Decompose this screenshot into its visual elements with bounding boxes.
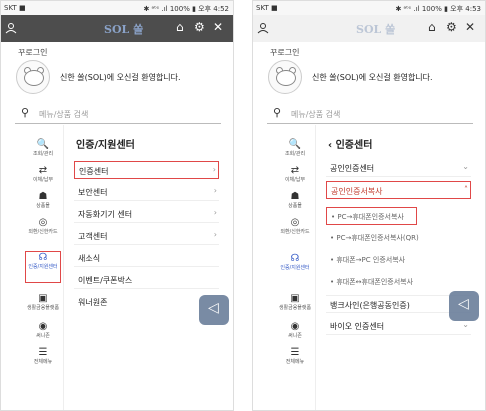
- submenu-panel: 인증/지원센터 인증센터 › 보안센터 › 자동화기기 센터 › 고객센터 › 새소식 …: [63, 125, 233, 410]
- gear-icon[interactable]: ⚙: [194, 20, 205, 34]
- menu-item-bio-cert[interactable]: 바이오 인증센터 ⌄: [326, 317, 471, 335]
- carrier-label: SKT ■: [4, 4, 26, 12]
- close-icon[interactable]: ✕: [465, 20, 475, 34]
- triangle-left-icon: ◁: [208, 300, 219, 316]
- menu-item-wannaone[interactable]: 워너원존: [74, 293, 219, 311]
- headset-icon: ☊: [38, 252, 48, 263]
- sidebar-item-all-menu[interactable]: ☰ 전체메뉴: [25, 347, 61, 365]
- chevron-right-icon: ›: [213, 230, 217, 239]
- menu-item-atm[interactable]: 자동화기기 센터 ›: [74, 205, 219, 223]
- menu-item-certificate-center[interactable]: 인증센터 ›: [74, 161, 219, 179]
- sidebar-item-certificate-center[interactable]: ☊ 인증/지원센터: [25, 251, 61, 283]
- menu-item-news[interactable]: 새소식: [74, 249, 219, 267]
- target-icon: ◉: [38, 321, 48, 332]
- status-bar: SKT ■ ✱ ᵃᵗᵉ .ıl 100% ▮ 오후 4:53: [253, 1, 485, 15]
- wallet-icon: ▣: [38, 293, 48, 304]
- screenshot-left: SKT ■ ✱ ᵃᵗᵉ .ıl 100% ▮ 오후 4:52 SOL 쏠 ⌂ ⚙…: [0, 0, 234, 411]
- menu-item-public-cert[interactable]: 공인인증센터 ⌄: [326, 159, 471, 177]
- app-header: SOL 쏠 ⌂ ⚙ ✕: [253, 15, 485, 42]
- search-placeholder: 메뉴/상품 검색: [39, 110, 89, 119]
- coin-icon: ◎: [290, 217, 300, 228]
- sidebar-item-certificate-center[interactable]: ☊ 인증/지원센터: [277, 253, 313, 271]
- sidebar-item-all-menu[interactable]: ☰ 전체메뉴: [277, 347, 313, 365]
- list-icon: ☰: [290, 347, 300, 358]
- home-icon[interactable]: ⌂: [428, 20, 436, 34]
- back-fab-button[interactable]: ◁: [449, 291, 479, 321]
- sidebar-item-inquiry[interactable]: 🔍 조회/관리: [25, 139, 61, 157]
- sidebar-item-transfer[interactable]: ⇄ 이체/납부: [277, 165, 313, 183]
- carrier-label: SKT ■: [256, 4, 278, 12]
- target-icon: ◉: [290, 321, 300, 332]
- chevron-right-icon: ›: [213, 208, 217, 217]
- menu-item-customer[interactable]: 고객센터 ›: [74, 227, 219, 245]
- login-link[interactable]: 꾸로그인: [18, 47, 47, 58]
- chevron-down-icon: ⌄: [462, 162, 469, 171]
- status-indicators: ✱ ᵃᵗᵉ .ıl 100% ▮ 오후 4:52: [143, 5, 229, 13]
- list-icon: ☰: [38, 347, 48, 358]
- menu-item-events[interactable]: 이벤트/쿠폰박스: [74, 271, 219, 289]
- search-input[interactable]: ⚲ 메뉴/상품 검색: [267, 104, 473, 124]
- document-search-icon: 🔍: [36, 139, 50, 150]
- sidebar-item-inquiry[interactable]: 🔍 조회/관리: [277, 139, 313, 157]
- sidebar-item-forex[interactable]: ◎ 외환/신한카드: [277, 217, 313, 235]
- sidebar-item-lifestyle[interactable]: ▣ 생활금융플랫폼: [25, 293, 61, 311]
- screenshot-right: SKT ■ ✱ ᵃᵗᵉ .ıl 100% ▮ 오후 4:53 SOL 쏠 ⌂ ⚙…: [252, 0, 486, 411]
- sidebar-item-lifestyle[interactable]: ▣ 생활금융플랫폼: [277, 293, 313, 311]
- avatar: [268, 60, 302, 94]
- sol-logo: SOL 쏠: [356, 23, 396, 36]
- search-placeholder: 메뉴/상품 검색: [291, 110, 341, 119]
- chevron-left-icon: ‹: [328, 140, 336, 151]
- submenu-phone-to-phone[interactable]: • 휴대폰↔휴대폰인증서복사: [326, 273, 471, 291]
- home-icon[interactable]: ⌂: [176, 20, 184, 34]
- sidebar-item-sunny[interactable]: ◉ 써니존: [25, 321, 61, 339]
- app-header: SOL 쏠 ⌂ ⚙ ✕: [1, 15, 233, 42]
- sidebar-item-products[interactable]: ☗ 상품몰: [277, 191, 313, 209]
- close-icon[interactable]: ✕: [213, 20, 223, 34]
- sidebar-item-products[interactable]: ☗ 상품몰: [25, 191, 61, 209]
- status-indicators: ✱ ᵃᵗᵉ .ıl 100% ▮ 오후 4:53: [395, 5, 481, 13]
- menu-title: 인증/지원센터: [76, 140, 135, 151]
- wallet-icon: ▣: [290, 293, 300, 304]
- menu-title-back[interactable]: ‹ 인증센터: [328, 136, 372, 151]
- user-icon[interactable]: [257, 22, 269, 34]
- menu-item-cert-copy[interactable]: 공인인증서복사 ˄: [326, 181, 471, 199]
- search-input[interactable]: ⚲ 메뉴/상품 검색: [15, 104, 221, 124]
- bag-icon: ☗: [38, 191, 48, 202]
- sidebar-item-forex[interactable]: ◎ 외환/신한카드: [25, 217, 61, 235]
- gear-icon[interactable]: ⚙: [446, 20, 457, 34]
- back-fab-button[interactable]: ◁: [199, 295, 229, 325]
- triangle-left-icon: ◁: [458, 296, 469, 312]
- menu-item-security[interactable]: 보안센터 ›: [74, 183, 219, 201]
- sidebar-item-sunny[interactable]: ◉ 써니존: [277, 321, 313, 339]
- chevron-right-icon: ›: [213, 186, 217, 195]
- document-search-icon: 🔍: [288, 139, 302, 150]
- submenu-panel: ‹ 인증센터 공인인증센터 ⌄ 공인인증서복사 ˄ • PC→휴대폰인증서복사 • …: [315, 125, 485, 410]
- submenu-pc-to-phone-qr[interactable]: • PC→휴대폰인증서복사(QR): [326, 229, 471, 247]
- search-icon: ⚲: [21, 106, 30, 119]
- sidebar-item-transfer[interactable]: ⇄ 이체/납부: [25, 165, 61, 183]
- transfer-icon: ⇄: [38, 165, 48, 176]
- bag-icon: ☗: [290, 191, 300, 202]
- chevron-up-icon: ˄: [464, 185, 468, 194]
- transfer-icon: ⇄: [290, 165, 300, 176]
- welcome-text: 신한 쏠(SOL)에 오신걸 환영합니다.: [312, 73, 433, 82]
- user-icon[interactable]: [5, 22, 17, 34]
- submenu-pc-to-phone[interactable]: • PC→휴대폰인증서복사: [326, 207, 417, 225]
- submenu-phone-to-pc[interactable]: • 휴대폰→PC 인증서복사: [326, 251, 471, 269]
- sidebar: 🔍 조회/관리 ⇄ 이체/납부 ☗ 상품몰 ◎ 외환/신한카드 ☊ 인증/지원센터 ▣ 생활…: [253, 125, 315, 410]
- status-bar: SKT ■ ✱ ᵃᵗᵉ .ıl 100% ▮ 오후 4:52: [1, 1, 233, 15]
- sidebar: 🔍 조회/관리 ⇄ 이체/납부 ☗ 상품몰 ◎ 외환/신한카드 ☊ 인증/지원센터 ▣ 생활…: [1, 125, 63, 410]
- headset-icon: ☊: [290, 253, 300, 264]
- avatar: [16, 60, 50, 94]
- chevron-right-icon: ›: [212, 165, 216, 174]
- search-icon: ⚲: [273, 106, 282, 119]
- login-link[interactable]: 꾸로그인: [270, 47, 299, 58]
- welcome-text: 신한 쏠(SOL)에 오신걸 환영합니다.: [60, 73, 181, 82]
- sol-logo: SOL 쏠: [104, 23, 144, 36]
- coin-icon: ◎: [38, 217, 48, 228]
- chevron-down-icon: ⌄: [462, 320, 469, 329]
